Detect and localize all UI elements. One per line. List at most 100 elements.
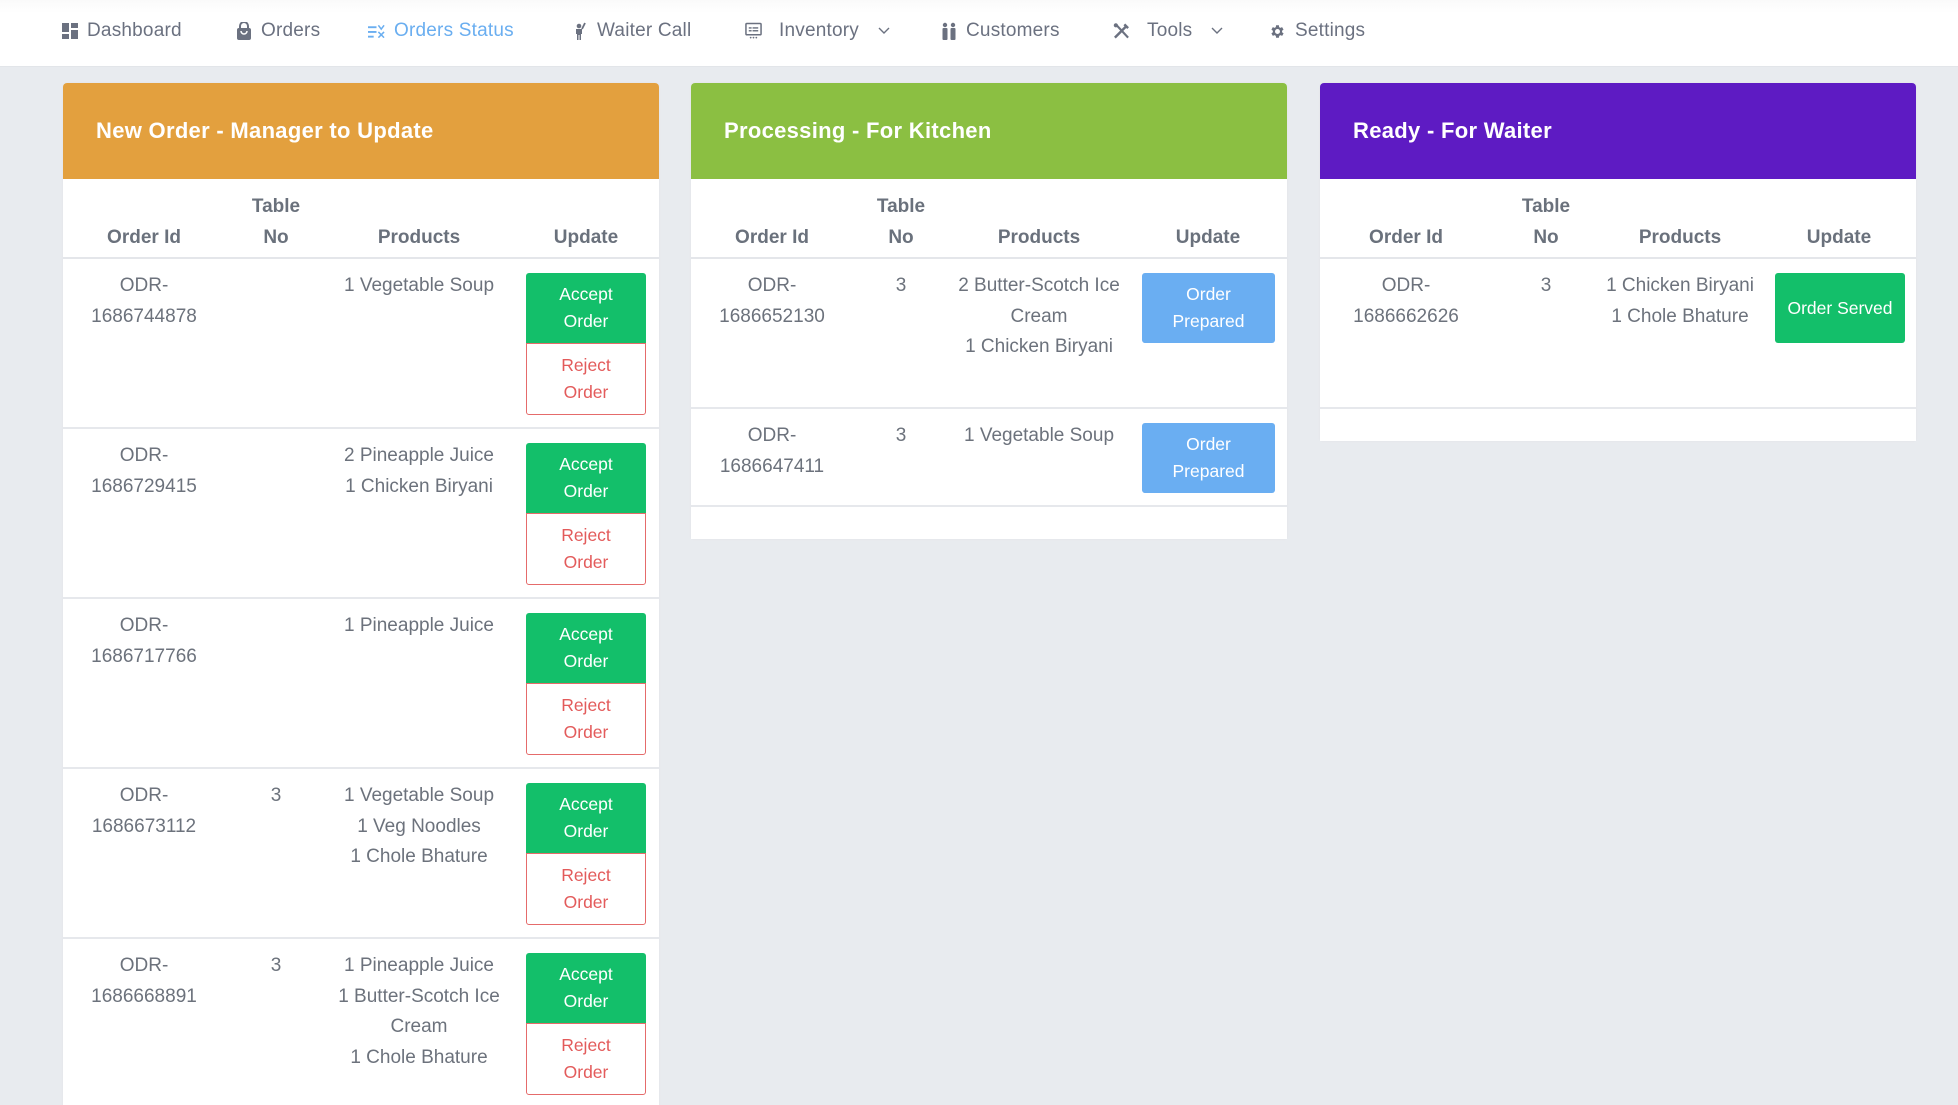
products: 1 Vegetable Soup	[953, 421, 1125, 452]
col-table-no-line2: No	[1533, 227, 1559, 248]
accept-order-button[interactable]: Accept Order	[526, 783, 646, 853]
new-orders-card: New Order - Manager to Update Order Id T…	[63, 83, 659, 1105]
col-order-id: Order Id	[1369, 227, 1443, 248]
update-actions: Accept Order Reject Order	[526, 273, 646, 415]
order-id-number: 1686744878	[91, 305, 197, 327]
waiter-icon	[571, 21, 588, 41]
products: 1 Chicken Biryani 1 Chole Bhature	[1602, 271, 1758, 332]
reject-order-button[interactable]: Reject Order	[526, 1023, 646, 1095]
update-actions: Order Prepared	[1142, 423, 1275, 493]
nav-label: Tools	[1147, 20, 1193, 41]
order-id: ODR- 1686662626	[1336, 271, 1476, 332]
col-table-no: Table No	[831, 191, 971, 253]
table-no: 3	[895, 425, 907, 446]
nav-orders[interactable]: Orders	[235, 18, 320, 44]
accept-order-button[interactable]: Accept Order	[526, 613, 646, 683]
col-table-no-line2: No	[888, 227, 914, 248]
order-id: ODR- 1686744878	[74, 271, 214, 332]
order-id: ODR- 1686717766	[74, 611, 214, 672]
reject-order-button[interactable]: Reject Order	[526, 343, 646, 415]
card-header: New Order - Manager to Update	[63, 83, 659, 179]
col-products: Products	[377, 227, 461, 248]
reject-order-button[interactable]: Reject Order	[526, 853, 646, 925]
col-products: Products	[997, 227, 1081, 248]
col-update: Update	[1175, 227, 1241, 248]
order-id-prefix: ODR-	[119, 615, 169, 636]
update-actions: Accept Order Reject Order	[526, 953, 646, 1095]
customers-icon	[940, 21, 957, 41]
order-id-number: 1686673112	[91, 815, 197, 837]
shopping-bag-icon	[235, 21, 252, 41]
order-id-number: 1686717766	[91, 645, 197, 667]
top-navbar: Dashboard Orders Orders Status Waiter Ca…	[0, 0, 1958, 67]
gear-icon	[1269, 21, 1286, 41]
order-served-button[interactable]: Order Served	[1775, 273, 1905, 343]
order-prepared-button[interactable]: Order Prepared	[1142, 423, 1275, 493]
col-update: Update	[553, 227, 619, 248]
table-header: Order Id Table No Products Update	[691, 179, 1287, 259]
product-item: 1 Chicken Biryani	[965, 336, 1113, 357]
inventory-icon	[745, 21, 762, 41]
table-row: ODR- 1686729415 2 Pineapple Juice 1 Chicken…	[63, 429, 659, 599]
card-header: Ready - For Waiter	[1320, 83, 1916, 179]
nav-label: Settings	[1295, 20, 1366, 41]
order-id-prefix: ODR-	[119, 445, 169, 466]
table-no: 3	[270, 785, 282, 806]
nav-inventory[interactable]: Inventory	[745, 18, 890, 44]
table-row: ODR- 1686652130 3 2 Butter-Scotch Ice Cream…	[691, 259, 1287, 409]
col-table-no: Table No	[1476, 191, 1616, 253]
table-no: 3	[270, 955, 282, 976]
nav-customers[interactable]: Customers	[940, 18, 1060, 44]
order-id-prefix: ODR-	[119, 275, 169, 296]
col-order-id: Order Id	[735, 227, 809, 248]
card-title: Ready - For Waiter	[1353, 118, 1552, 143]
nav-waiter-call[interactable]: Waiter Call	[571, 18, 691, 44]
accept-order-button[interactable]: Accept Order	[526, 443, 646, 513]
table-row: ODR- 1686662626 3 1 Chicken Biryani 1 Chole …	[1320, 259, 1916, 409]
card-footer-space	[691, 507, 1287, 539]
product-item: 1 Chole Bhature	[1611, 305, 1749, 327]
update-actions: Order Prepared	[1142, 273, 1275, 343]
order-id-prefix: ODR-	[747, 275, 797, 296]
accept-order-button[interactable]: Accept Order	[526, 953, 646, 1023]
nav-tools[interactable]: Tools	[1113, 18, 1223, 44]
reject-order-button[interactable]: Reject Order	[526, 683, 646, 755]
nav-label: Waiter Call	[597, 20, 692, 41]
processing-card: Processing - For Kitchen Order Id Table …	[691, 83, 1287, 539]
reject-order-button[interactable]: Reject Order	[526, 513, 646, 585]
order-id: ODR- 1686673112	[74, 781, 214, 842]
order-id-prefix: ODR-	[1381, 275, 1431, 296]
product-item: 1 Vegetable Soup	[343, 785, 495, 806]
product-item: 2 Butter-Scotch Ice Cream	[958, 275, 1120, 327]
table-row: ODR- 1686717766 1 Pineapple Juice Accept Or…	[63, 599, 659, 769]
nav-settings[interactable]: Settings	[1269, 18, 1365, 44]
order-id-number: 1686729415	[91, 475, 197, 497]
order-id-prefix: ODR-	[747, 425, 797, 446]
update-actions: Accept Order Reject Order	[526, 443, 646, 585]
nav-label: Dashboard	[87, 20, 182, 41]
table-row: ODR- 1686668891 3 1 Pineapple Juice 1 Butter…	[63, 939, 659, 1105]
table-no: 3	[1540, 275, 1552, 296]
card-title: New Order - Manager to Update	[96, 118, 434, 143]
nav-label: Customers	[966, 20, 1060, 41]
product-item: 2 Pineapple Juice	[344, 445, 494, 466]
order-prepared-button[interactable]: Order Prepared	[1142, 273, 1275, 343]
nav-dashboard[interactable]: Dashboard	[61, 18, 182, 44]
order-id-number: 1686662626	[1353, 305, 1459, 327]
products: 1 Pineapple Juice	[325, 611, 513, 642]
accept-order-button[interactable]: Accept Order	[526, 273, 646, 343]
col-products: Products	[1638, 227, 1722, 248]
product-item: 1 Pineapple Juice	[344, 615, 494, 636]
products: 1 Pineapple Juice 1 Butter-Scotch Ice Cre…	[325, 951, 513, 1073]
nav-orders-status[interactable]: Orders Status	[368, 18, 514, 44]
order-id-number: 1686668891	[91, 985, 197, 1007]
col-order-id: Order Id	[107, 227, 181, 248]
product-item: 1 Vegetable Soup	[963, 425, 1115, 446]
product-item: 1 Vegetable Soup	[343, 275, 495, 296]
table-header: Order Id Table No Products Update	[1320, 179, 1916, 259]
chevron-down-icon	[1211, 26, 1223, 36]
col-table-no-line1: Table	[876, 196, 926, 217]
update-actions: Accept Order Reject Order	[526, 613, 646, 755]
table-row: ODR- 1686744878 1 Vegetable Soup Accept Ord…	[63, 259, 659, 429]
order-id-prefix: ODR-	[119, 785, 169, 806]
